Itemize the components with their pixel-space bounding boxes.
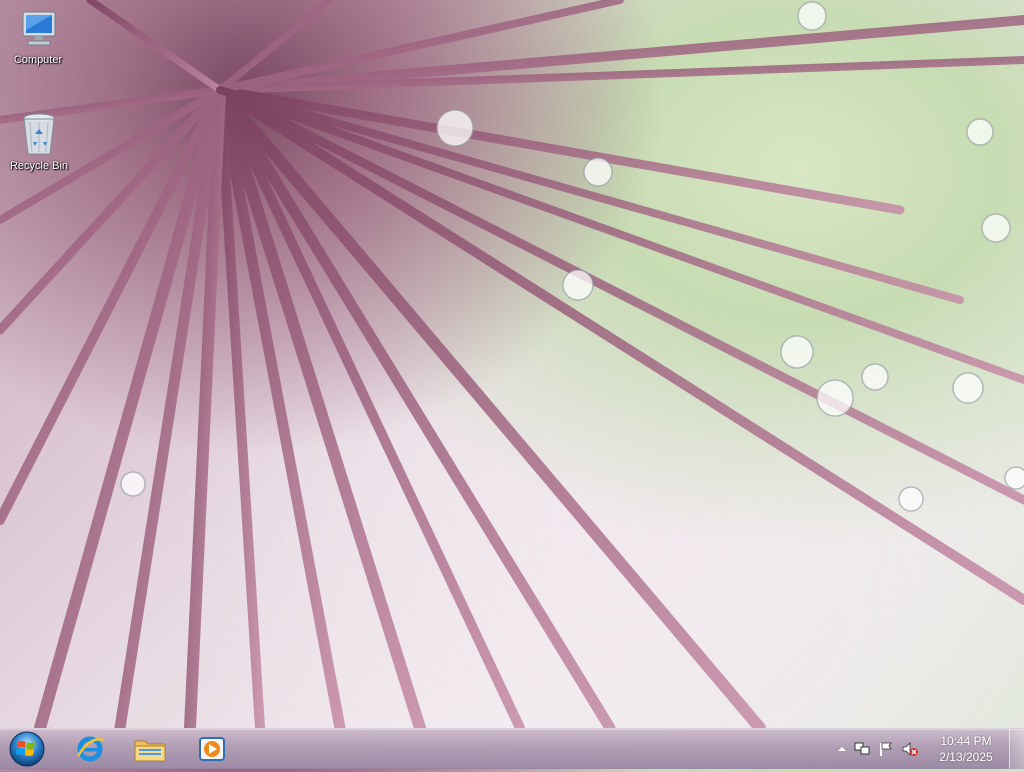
start-button[interactable] (4, 730, 50, 768)
file-explorer-icon (134, 740, 166, 762)
desktop-icon-label: Recycle Bin (9, 160, 69, 172)
volume-muted-icon[interactable] (902, 741, 918, 757)
desktop-icon-recycle-bin[interactable]: Recycle Bin (1, 110, 77, 172)
action-center-flag-icon[interactable] (878, 741, 894, 757)
computer-icon (22, 11, 56, 46)
desktop-icon-computer[interactable]: Computer (0, 8, 76, 66)
network-icon[interactable] (854, 741, 870, 757)
clock-time: 10:44 PM (940, 734, 992, 748)
internet-explorer-icon (76, 736, 104, 762)
taskbar: 10:44 PM 2/13/2025 (0, 728, 1024, 769)
show-hidden-icons-arrow[interactable] (834, 741, 850, 757)
desktop-icon-label: Computer (13, 54, 63, 66)
clock-date: 2/13/2025 (939, 750, 993, 764)
taskbar-clock[interactable]: 10:44 PM 2/13/2025 (930, 733, 1002, 765)
taskbar-pinned-media-player[interactable] (184, 731, 240, 767)
show-desktop-button[interactable] (1009, 729, 1024, 769)
windows-orb-icon (9, 731, 45, 767)
recycle-bin-icon (23, 113, 55, 155)
media-player-icon (199, 737, 225, 761)
taskbar-pinned-file-explorer[interactable] (122, 731, 178, 767)
taskbar-pinned-internet-explorer[interactable] (62, 731, 118, 767)
desktop-wallpaper (0, 0, 1024, 728)
system-tray: 10:44 PM 2/13/2025 (834, 729, 1024, 769)
